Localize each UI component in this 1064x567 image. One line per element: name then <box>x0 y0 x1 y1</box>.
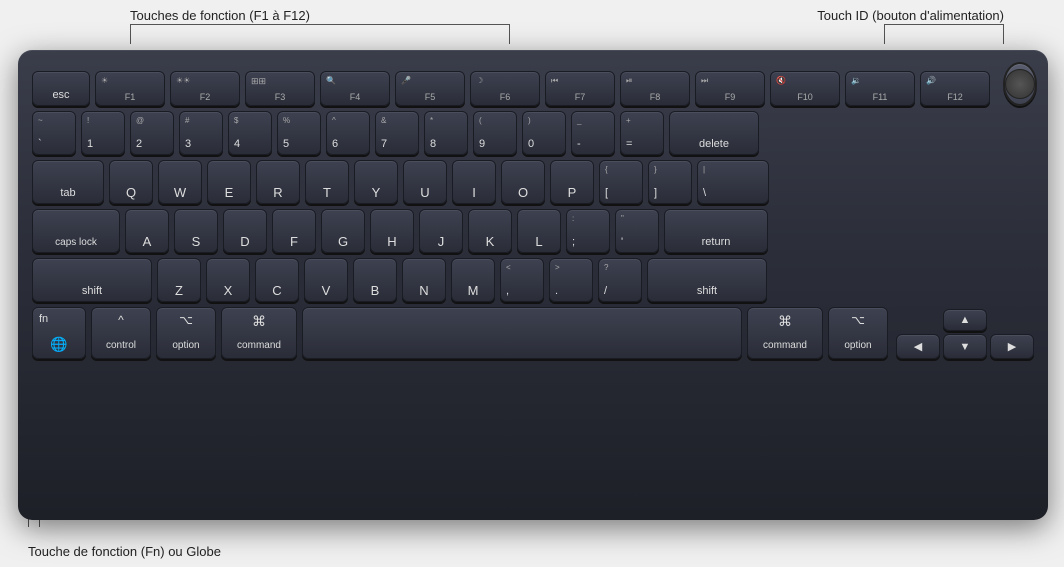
key-f11[interactable]: 🔉 F11 <box>845 71 915 106</box>
key-q[interactable]: Q <box>109 160 153 204</box>
key-1[interactable]: ! 1 <box>81 111 125 155</box>
key-2[interactable]: @ 2 <box>130 111 174 155</box>
bracket-touchid <box>884 24 1004 44</box>
key-j[interactable]: J <box>419 209 463 253</box>
key-f8[interactable]: ⏯ F8 <box>620 71 690 106</box>
key-control[interactable]: ^ control <box>91 307 151 359</box>
number-row: ~ ` ! 1 @ 2 # 3 $ 4 % 5 ^ 6 & 7 <box>32 111 1034 155</box>
key-k[interactable]: K <box>468 209 512 253</box>
key-arrow-right[interactable]: ▶ <box>990 334 1034 359</box>
key-f[interactable]: F <box>272 209 316 253</box>
label-touchid: Touch ID (bouton d'alimentation) <box>817 8 1004 23</box>
key-option-left[interactable]: ⌥ option <box>156 307 216 359</box>
key-arrow-left[interactable]: ◀ <box>896 334 940 359</box>
keyboard: esc ☀ F1 ☀☀ F2 ⊞⊞ F3 🔍 F4 🎤 F5 ☽ F6 ⏮ F7 <box>18 50 1048 520</box>
key-shift-left[interactable]: shift <box>32 258 152 302</box>
key-f9[interactable]: ⏭ F9 <box>695 71 765 106</box>
fn-row: esc ☀ F1 ☀☀ F2 ⊞⊞ F3 🔍 F4 🎤 F5 ☽ F6 ⏮ F7 <box>32 62 1034 106</box>
key-3[interactable]: # 3 <box>179 111 223 155</box>
key-command-left[interactable]: ⌘ command <box>221 307 297 359</box>
key-m[interactable]: M <box>451 258 495 302</box>
key-9[interactable]: ( 9 <box>473 111 517 155</box>
key-f5[interactable]: 🎤 F5 <box>395 71 465 106</box>
key-5[interactable]: % 5 <box>277 111 321 155</box>
key-i[interactable]: I <box>452 160 496 204</box>
key-period[interactable]: > . <box>549 258 593 302</box>
key-y[interactable]: Y <box>354 160 398 204</box>
key-backslash[interactable]: | \ <box>697 160 769 204</box>
arrow-keys: ▲ ◀ ▼ ▶ <box>896 309 1034 359</box>
key-comma[interactable]: < , <box>500 258 544 302</box>
key-7[interactable]: & 7 <box>375 111 419 155</box>
key-f2[interactable]: ☀☀ F2 <box>170 71 240 106</box>
key-quote[interactable]: " ' <box>615 209 659 253</box>
key-x[interactable]: X <box>206 258 250 302</box>
key-r[interactable]: R <box>256 160 300 204</box>
bottom-row: fn 🌐 ^ control ⌥ option ⌘ command ⌘ comm… <box>32 307 1034 359</box>
key-f3[interactable]: ⊞⊞ F3 <box>245 71 315 106</box>
key-4[interactable]: $ 4 <box>228 111 272 155</box>
key-minus[interactable]: _ - <box>571 111 615 155</box>
key-semicolon[interactable]: : ; <box>566 209 610 253</box>
key-f4[interactable]: 🔍 F4 <box>320 71 390 106</box>
key-slash[interactable]: ? / <box>598 258 642 302</box>
key-0[interactable]: ) 0 <box>522 111 566 155</box>
key-v[interactable]: V <box>304 258 348 302</box>
key-command-right[interactable]: ⌘ command <box>747 307 823 359</box>
bracket-fn-keys <box>130 24 510 44</box>
key-left-bracket[interactable]: { [ <box>599 160 643 204</box>
key-shift-right[interactable]: shift <box>647 258 767 302</box>
key-delete[interactable]: delete <box>669 111 759 155</box>
key-space[interactable] <box>302 307 742 359</box>
key-u[interactable]: U <box>403 160 447 204</box>
key-n[interactable]: N <box>402 258 446 302</box>
key-h[interactable]: H <box>370 209 414 253</box>
key-arrow-up[interactable]: ▲ <box>943 309 987 331</box>
key-esc[interactable]: esc <box>32 71 90 106</box>
key-arrow-down[interactable]: ▼ <box>943 334 987 359</box>
qwerty-row: tab Q W E R T Y U I O P { [ } ] | \ <box>32 160 1034 204</box>
key-p[interactable]: P <box>550 160 594 204</box>
label-globe: Touche de fonction (Fn) ou Globe <box>28 544 221 559</box>
key-tab[interactable]: tab <box>32 160 104 204</box>
key-e[interactable]: E <box>207 160 251 204</box>
key-backtick[interactable]: ~ ` <box>32 111 76 155</box>
key-6[interactable]: ^ 6 <box>326 111 370 155</box>
key-8[interactable]: * 8 <box>424 111 468 155</box>
key-caps-lock[interactable]: caps lock <box>32 209 120 253</box>
key-t[interactable]: T <box>305 160 349 204</box>
key-touchid[interactable] <box>1003 62 1037 106</box>
key-s[interactable]: S <box>174 209 218 253</box>
key-f7[interactable]: ⏮ F7 <box>545 71 615 106</box>
key-o[interactable]: O <box>501 160 545 204</box>
key-g[interactable]: G <box>321 209 365 253</box>
key-return[interactable]: return <box>664 209 768 253</box>
key-c[interactable]: C <box>255 258 299 302</box>
key-right-bracket[interactable]: } ] <box>648 160 692 204</box>
key-equals[interactable]: + = <box>620 111 664 155</box>
key-f6[interactable]: ☽ F6 <box>470 71 540 106</box>
home-row: caps lock A S D F G H J K L : ; " ' retu… <box>32 209 1034 253</box>
key-l[interactable]: L <box>517 209 561 253</box>
key-w[interactable]: W <box>158 160 202 204</box>
shift-row: shift Z X C V B N M < , > . ? / shift <box>32 258 1034 302</box>
key-a[interactable]: A <box>125 209 169 253</box>
key-f1[interactable]: ☀ F1 <box>95 71 165 106</box>
key-d[interactable]: D <box>223 209 267 253</box>
touchid-sensor <box>1005 69 1035 99</box>
key-z[interactable]: Z <box>157 258 201 302</box>
key-fn-globe[interactable]: fn 🌐 <box>32 307 86 359</box>
key-option-right[interactable]: ⌥ option <box>828 307 888 359</box>
key-f12[interactable]: 🔊 F12 <box>920 71 990 106</box>
key-f10[interactable]: 🔇 F10 <box>770 71 840 106</box>
key-b[interactable]: B <box>353 258 397 302</box>
label-fn-keys: Touches de fonction (F1 à F12) <box>130 8 310 23</box>
